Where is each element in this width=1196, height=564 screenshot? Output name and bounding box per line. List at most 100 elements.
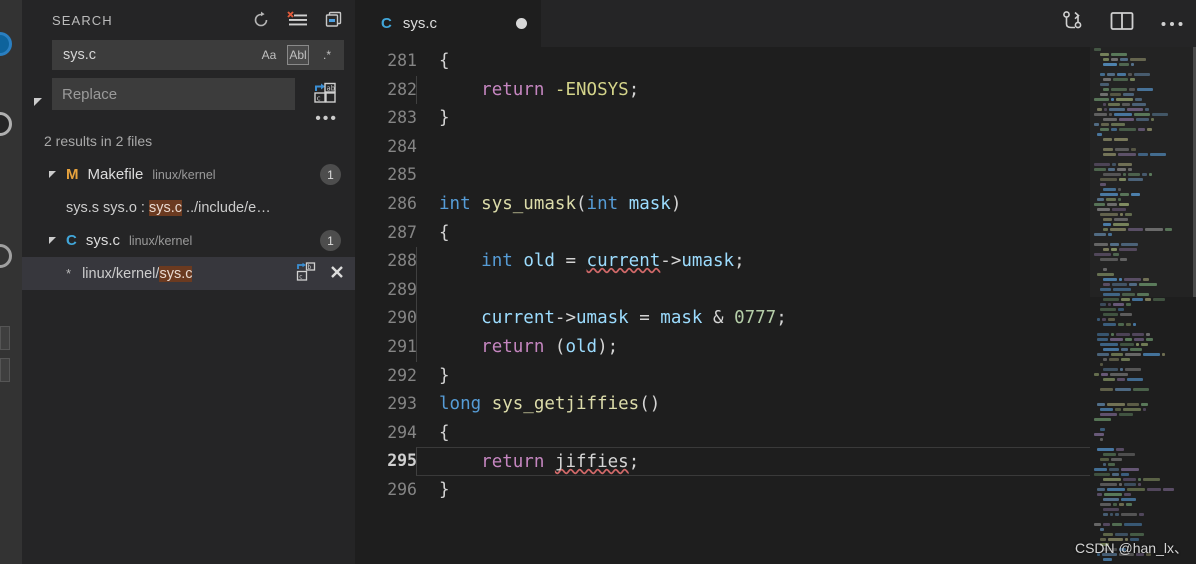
dismiss-match-icon[interactable] <box>329 264 345 284</box>
minimap-segment <box>1119 503 1124 506</box>
minimap-segment <box>1133 323 1136 326</box>
code-token: ( <box>575 193 587 214</box>
result-row-actions: b c <box>296 261 345 286</box>
result-file-sysc[interactable]: C sys.c linux/kernel 1 <box>22 224 355 257</box>
code-line[interactable]: 283} <box>355 104 1196 133</box>
minimap-segment <box>1094 468 1107 471</box>
code-line[interactable]: 286 int sys_umask(int mask) <box>355 190 1196 219</box>
minimap-segment <box>1097 333 1109 336</box>
code-token: ( <box>554 336 566 357</box>
activity-bar-extensions-icon[interactable] <box>0 326 10 350</box>
unsaved-marker-icon: * <box>66 266 72 281</box>
replace-all-icon[interactable]: ab c <box>309 78 343 110</box>
minimap-segment <box>1124 493 1131 496</box>
result-match-text: sys.s sys.o : sys.c ../include/e… <box>66 199 345 216</box>
minimap-segment <box>1123 408 1141 411</box>
line-content: } <box>417 476 1196 505</box>
more-actions-icon[interactable] <box>1160 15 1184 33</box>
search-sidebar: SEARCH sys.c Aa Abl .* Replace ab c ••• … <box>22 0 355 564</box>
code-line[interactable]: 294 { <box>355 419 1196 448</box>
code-token: & <box>702 308 735 329</box>
minimap-segment <box>1141 403 1148 406</box>
minimap-segment <box>1111 333 1114 336</box>
minimap-segment <box>1110 338 1123 341</box>
activity-bar-debug-icon[interactable] <box>0 244 12 268</box>
minimap-segment <box>1130 533 1144 536</box>
code-line[interactable]: 285 <box>355 161 1196 190</box>
tab-sys-c[interactable]: C sys.c <box>355 0 541 47</box>
result-file-name: sys.c <box>85 232 121 249</box>
toggle-search-details-icon[interactable]: ••• <box>315 111 338 127</box>
minimap-segment <box>1143 408 1146 411</box>
code-token: return <box>481 452 555 473</box>
replace-input[interactable] <box>62 85 286 103</box>
result-file-makefile[interactable]: M Makefile linux/kernel 1 <box>22 158 355 191</box>
code-line[interactable]: 293 long sys_getjiffies() <box>355 390 1196 419</box>
line-number: 296 <box>387 479 417 499</box>
minimap-segment <box>1100 503 1111 506</box>
line-content: { <box>417 219 1196 248</box>
replace-match-icon[interactable]: b c <box>296 261 317 286</box>
refresh-icon[interactable] <box>251 10 271 30</box>
activity-bar-explorer-icon[interactable] <box>0 112 12 136</box>
code-line[interactable]: 295 return jiffies; <box>355 447 1196 476</box>
search-input-box[interactable]: Aa Abl .* <box>52 40 344 70</box>
code-line[interactable]: 296} <box>355 476 1196 505</box>
chevron-expanded-icon[interactable] <box>49 171 56 178</box>
minimap-segment <box>1110 513 1113 516</box>
code-token: ); <box>597 336 619 357</box>
result-count-badge: 1 <box>320 230 341 251</box>
code-line[interactable]: 287 { <box>355 219 1196 248</box>
code-line[interactable]: 291 return (old); <box>355 332 1196 362</box>
line-number: 291 <box>387 336 417 356</box>
code-line[interactable]: 284 <box>355 133 1196 162</box>
use-regex-toggle[interactable]: .* <box>316 45 338 65</box>
minimap-segment <box>1118 323 1124 326</box>
tab-label: sys.c <box>402 15 438 32</box>
code-line[interactable]: 290 current->umask = mask & 0777; <box>355 304 1196 333</box>
line-number: 290 <box>387 308 417 328</box>
split-editor-icon[interactable] <box>1110 11 1134 36</box>
replace-input-box[interactable] <box>52 78 296 110</box>
line-number: 283 <box>387 108 417 128</box>
code-line[interactable]: 281 { <box>355 47 1196 76</box>
clear-results-icon[interactable] <box>287 10 307 30</box>
minimap-segment <box>1097 448 1114 451</box>
replace-input-row: ab c <box>52 78 343 110</box>
code-line[interactable]: 289 <box>355 275 1196 305</box>
result-match-text: linux/kernel/sys.c <box>82 265 288 282</box>
line-number: 287 <box>387 222 417 242</box>
result-match-sysc-1[interactable]: * linux/kernel/sys.c b c <box>22 257 355 290</box>
search-input[interactable] <box>63 47 258 63</box>
line-content: return -ENOSYS; <box>416 75 1196 105</box>
activity-bar-account-icon[interactable] <box>0 358 10 382</box>
code-token: = <box>628 308 661 329</box>
minimap-segment <box>1103 298 1119 301</box>
minimap-segment <box>1112 473 1119 476</box>
code-editor[interactable]: 281{282 return -ENOSYS; 283} 284 285 286 int … <box>355 47 1196 564</box>
line-content: return (old); <box>416 332 1196 362</box>
minimap-segment <box>1121 468 1139 471</box>
code-line[interactable]: 288 int old = current->umask; <box>355 247 1196 276</box>
result-file-path: linux/kernel <box>152 167 216 182</box>
code-token: ) <box>670 193 682 214</box>
open-new-search-editor-icon[interactable] <box>323 10 343 30</box>
match-case-toggle[interactable]: Aa <box>258 45 280 65</box>
minimap[interactable] <box>1090 47 1196 564</box>
compare-changes-icon[interactable] <box>1061 10 1084 38</box>
toggle-replace-icon[interactable] <box>34 98 42 106</box>
line-content <box>417 133 1196 162</box>
minimap-segment <box>1097 493 1102 496</box>
code-line[interactable]: 282 return -ENOSYS; <box>355 75 1196 105</box>
minimap-segment <box>1130 348 1142 351</box>
activity-bar-search-icon[interactable] <box>0 32 12 56</box>
minimap-segment <box>1126 323 1131 326</box>
result-match-makefile-1[interactable]: sys.s sys.o : sys.c ../include/e… <box>22 191 355 224</box>
unsaved-dot-icon[interactable] <box>516 18 527 29</box>
match-whole-word-toggle[interactable]: Abl <box>287 45 309 65</box>
chevron-expanded-icon[interactable] <box>49 237 56 244</box>
minimap-segment <box>1125 353 1141 356</box>
minimap-slider[interactable] <box>1090 47 1196 297</box>
minimap-segment <box>1103 453 1116 456</box>
code-line[interactable]: 292} <box>355 362 1196 391</box>
